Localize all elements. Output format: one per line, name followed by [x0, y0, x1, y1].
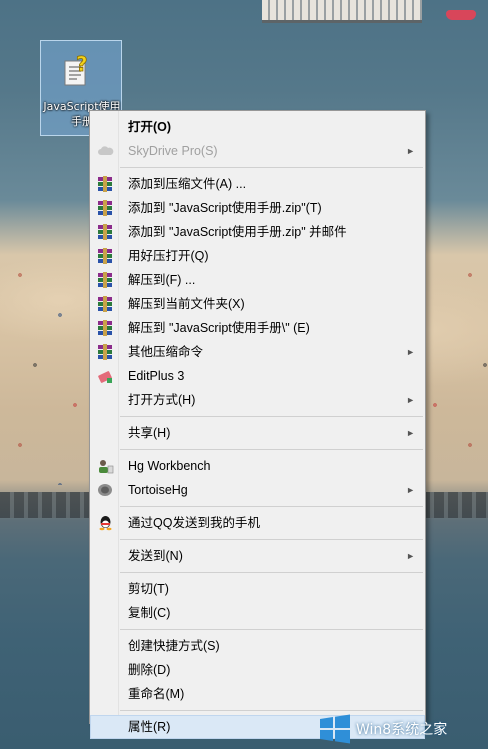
- menu-separator: [120, 416, 423, 417]
- menu-item-label: 重命名(M): [128, 687, 185, 701]
- winrar-icon: [98, 248, 112, 264]
- menu-item-tortoisehg[interactable]: TortoiseHg ►: [90, 478, 425, 502]
- menu-item-extract-to[interactable]: 解压到(F) ...: [90, 268, 425, 292]
- menu-item-create-shortcut[interactable]: 创建快捷方式(S): [90, 634, 425, 658]
- menu-item-send-to[interactable]: 发送到(N) ►: [90, 544, 425, 568]
- menu-item-hg-workbench[interactable]: Hg Workbench: [90, 454, 425, 478]
- menu-item-label: 发送到(N): [128, 549, 183, 563]
- menu-item-skydrive-pro[interactable]: SkyDrive Pro(S) ►: [90, 139, 425, 163]
- menu-item-label: TortoiseHg: [128, 483, 188, 497]
- submenu-arrow-icon: ►: [406, 347, 415, 357]
- menu-item-label: 打开方式(H): [128, 393, 196, 407]
- menu-item-label: 其他压缩命令: [128, 345, 204, 359]
- menu-separator: [120, 539, 423, 540]
- winrar-icon: [98, 320, 112, 336]
- menu-item-label: 解压到当前文件夹(X): [128, 297, 245, 311]
- menu-item-label: 解压到(F) ...: [128, 273, 196, 287]
- menu-item-rename[interactable]: 重命名(M): [90, 682, 425, 706]
- menu-item-label: 添加到 "JavaScript使用手册.zip" 并邮件: [128, 225, 347, 239]
- pier-top: [262, 0, 422, 23]
- menu-item-label: 添加到压缩文件(A) ...: [128, 177, 247, 191]
- winrar-icon: [98, 224, 112, 240]
- submenu-arrow-icon: ►: [406, 485, 415, 495]
- menu-item-label: 复制(C): [128, 606, 171, 620]
- menu-item-add-to-archive[interactable]: 添加到压缩文件(A) ...: [90, 172, 425, 196]
- menu-item-open-with-haozip[interactable]: 用好压打开(Q): [90, 244, 425, 268]
- menu-item-open-with[interactable]: 打开方式(H) ►: [90, 388, 425, 412]
- menu-item-extract-here[interactable]: 解压到当前文件夹(X): [90, 292, 425, 316]
- submenu-arrow-icon: ►: [406, 551, 415, 561]
- menu-item-label: SkyDrive Pro(S): [128, 144, 218, 158]
- menu-item-label: 用好压打开(Q): [128, 249, 209, 263]
- windows-logo-icon: [320, 714, 350, 744]
- menu-item-delete[interactable]: 删除(D): [90, 658, 425, 682]
- watermark-text: Win8系统之家: [356, 722, 448, 738]
- menu-item-extract-to-folder[interactable]: 解压到 "JavaScript使用手册\" (E): [90, 316, 425, 340]
- menu-separator: [120, 629, 423, 630]
- menu-item-copy[interactable]: 复制(C): [90, 601, 425, 625]
- menu-item-cut[interactable]: 剪切(T): [90, 577, 425, 601]
- menu-item-open[interactable]: 打开(O): [90, 115, 425, 139]
- menu-item-label: 通过QQ发送到我的手机: [128, 516, 260, 530]
- winrar-icon: [98, 296, 112, 312]
- submenu-arrow-icon: ►: [406, 146, 415, 156]
- winrar-icon: [98, 200, 112, 216]
- menu-item-label: 解压到 "JavaScript使用手册\" (E): [128, 321, 310, 335]
- watermark: Win8系统之家: [316, 709, 488, 749]
- editplus-icon: [98, 371, 112, 383]
- cloud-icon: [98, 146, 114, 155]
- winrar-icon: [98, 272, 112, 288]
- menu-item-label: 打开(O): [128, 120, 172, 134]
- hg-workbench-icon: [99, 460, 114, 474]
- menu-item-label: EditPlus 3: [128, 369, 185, 383]
- menu-item-share[interactable]: 共享(H) ►: [90, 421, 425, 445]
- menu-separator: [120, 167, 423, 168]
- menu-item-send-via-qq[interactable]: 通过QQ发送到我的手机: [90, 511, 425, 535]
- menu-separator: [120, 572, 423, 573]
- menu-separator: [120, 506, 423, 507]
- submenu-arrow-icon: ►: [406, 395, 415, 405]
- tortoisehg-icon: [98, 484, 112, 496]
- menu-item-other-compress-commands[interactable]: 其他压缩命令 ►: [90, 340, 425, 364]
- menu-item-editplus[interactable]: EditPlus 3: [90, 364, 425, 388]
- menu-item-add-to-zip-and-email[interactable]: 添加到 "JavaScript使用手册.zip" 并邮件: [90, 220, 425, 244]
- context-menu: 打开(O) SkyDrive Pro(S) ► 添加到压缩文件(A) ... 添…: [89, 110, 426, 739]
- menu-item-label: Hg Workbench: [128, 459, 211, 473]
- menu-separator: [120, 449, 423, 450]
- menu-item-label: 添加到 "JavaScript使用手册.zip"(T): [128, 201, 322, 215]
- help-document-icon: ?: [64, 53, 88, 86]
- svg-text:?: ?: [76, 53, 88, 76]
- menu-item-label: 创建快捷方式(S): [128, 639, 220, 653]
- winrar-icon: [98, 176, 112, 192]
- submenu-arrow-icon: ►: [406, 428, 415, 438]
- menu-item-label: 剪切(T): [128, 582, 169, 596]
- winrar-icon: [98, 344, 112, 360]
- qq-icon: [99, 516, 112, 531]
- menu-item-label: 共享(H): [128, 426, 171, 440]
- boat: [446, 10, 476, 20]
- menu-item-add-to-zip[interactable]: 添加到 "JavaScript使用手册.zip"(T): [90, 196, 425, 220]
- menu-item-label: 属性(R): [128, 720, 171, 734]
- menu-item-label: 删除(D): [128, 663, 171, 677]
